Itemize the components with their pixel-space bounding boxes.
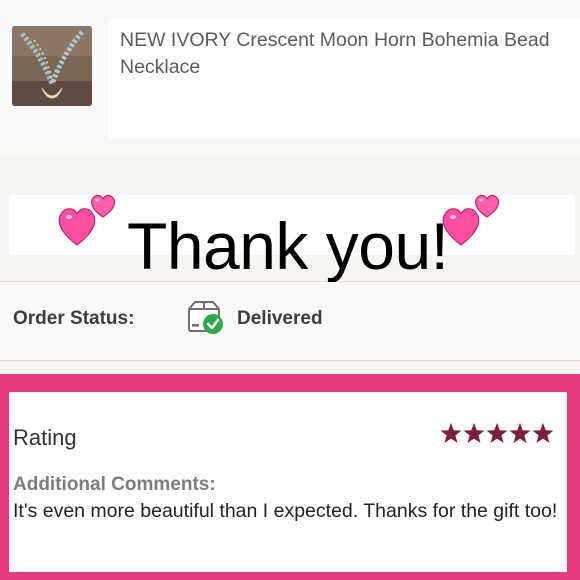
product-row[interactable]: NEW IVORY Crescent Moon Horn Bohemia Bea… <box>0 0 580 158</box>
order-status-row: Order Status: Delivered <box>0 282 580 361</box>
two-hearts-icon <box>442 194 499 246</box>
star-icon <box>463 423 485 443</box>
two-hearts-icon <box>58 194 115 246</box>
product-title-box: NEW IVORY Crescent Moon Horn Bohemia Bea… <box>108 18 580 138</box>
thank-you-banner: Thank you! <box>9 194 575 281</box>
rating-frame: Rating Additional Comments: It's even mo… <box>0 374 580 580</box>
star-icon <box>486 423 508 443</box>
rating-card: Rating Additional Comments: It's even mo… <box>9 392 567 572</box>
rating-title: Rating <box>13 425 77 450</box>
product-title[interactable]: NEW IVORY Crescent Moon Horn Bohemia Bea… <box>120 27 570 81</box>
necklace-photo-icon[interactable] <box>12 26 92 106</box>
star-rating <box>440 423 554 443</box>
star-icon <box>532 423 554 443</box>
star-icon <box>509 423 531 443</box>
delivered-box-icon <box>188 301 223 334</box>
thank-you-text: Thank you! <box>127 209 449 283</box>
order-status-value: Delivered <box>237 308 323 329</box>
order-review-page: NEW IVORY Crescent Moon Horn Bohemia Bea… <box>0 0 580 580</box>
order-status-label: Order Status: <box>13 308 135 329</box>
comments-label: Additional Comments: <box>13 474 216 495</box>
comments-text: It's even more beautiful than I expected… <box>13 500 558 522</box>
star-icon <box>440 423 462 443</box>
thank-you-strip: Thank you! <box>0 157 580 282</box>
